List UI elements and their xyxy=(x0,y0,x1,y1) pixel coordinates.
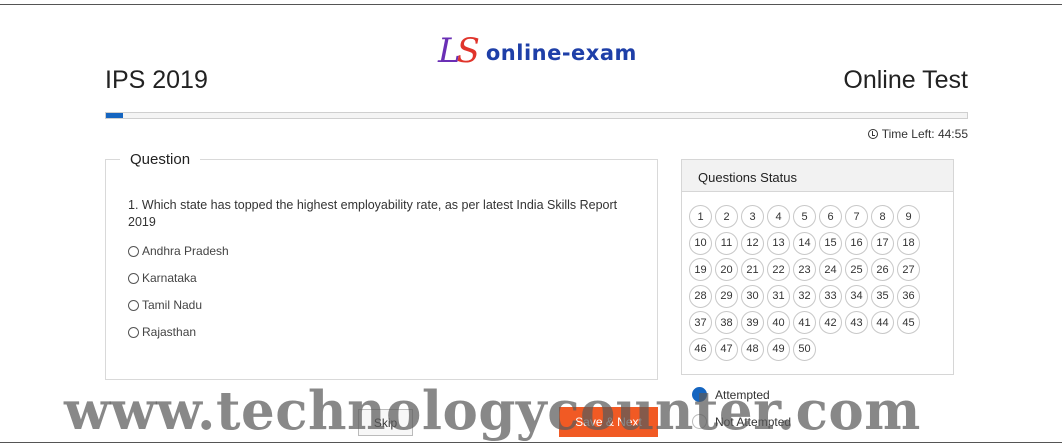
question-number-button[interactable]: 47 xyxy=(715,337,738,361)
option-andhra-pradesh[interactable]: Andhra Pradesh xyxy=(128,244,229,258)
question-number-button[interactable]: 30 xyxy=(741,284,764,308)
question-number-button[interactable]: 26 xyxy=(871,258,894,281)
question-number-button[interactable]: 39 xyxy=(741,311,764,334)
question-number-button[interactable]: 5 xyxy=(793,205,816,228)
question-number-button[interactable]: 32 xyxy=(793,284,816,308)
question-number-button[interactable]: 3 xyxy=(741,205,764,228)
option-label: Tamil Nadu xyxy=(142,298,203,312)
legend-not-attempted-label: Not Attempted xyxy=(715,414,792,429)
question-number-button[interactable]: 9 xyxy=(897,205,920,228)
watermark-text: www.technologycounter.com xyxy=(64,380,921,442)
question-number-button[interactable]: 48 xyxy=(741,337,764,361)
radio-icon[interactable] xyxy=(128,326,139,338)
legend-attempted-label: Attempted xyxy=(715,387,770,402)
skip-button[interactable]: Skip xyxy=(358,409,413,436)
radio-icon[interactable] xyxy=(128,299,139,311)
question-number-button[interactable]: 2 xyxy=(715,205,738,228)
question-number-button[interactable]: 46 xyxy=(689,337,712,361)
option-karnataka[interactable]: Karnataka xyxy=(128,271,197,285)
question-number-button[interactable]: 21 xyxy=(741,258,764,281)
save-next-button[interactable]: Save & Next xyxy=(559,407,658,437)
option-rajasthan[interactable]: Rajasthan xyxy=(128,325,196,339)
question-number-button[interactable]: 8 xyxy=(871,205,894,228)
question-number-button[interactable]: 16 xyxy=(845,231,868,255)
question-number-button[interactable]: 34 xyxy=(845,284,868,308)
question-number-button[interactable]: 28 xyxy=(689,284,712,308)
clock-icon xyxy=(867,129,878,139)
question-number-button[interactable]: 19 xyxy=(689,258,712,281)
question-number-button[interactable]: 23 xyxy=(793,258,816,281)
question-number-button[interactable]: 1 xyxy=(689,205,712,228)
time-left: Time Left: 44:55 xyxy=(867,127,968,141)
top-border xyxy=(0,4,1062,5)
questions-status-panel: Questions Status 1 2 3 4 5 6 7 8 9 10 11 12 13 14 15 16… xyxy=(681,159,954,375)
question-number-button[interactable]: 44 xyxy=(871,311,894,334)
question-number-grid: 1 2 3 4 5 6 7 8 9 10 11 12 13 14 15 16 17 18 19 20 21 22 23 24 2… xyxy=(689,205,929,361)
option-label: Karnataka xyxy=(142,271,197,285)
question-number-button[interactable]: 22 xyxy=(767,258,790,281)
question-number-button[interactable]: 41 xyxy=(793,311,816,334)
question-number-button[interactable]: 35 xyxy=(871,284,894,308)
bottom-border xyxy=(0,442,1062,443)
question-legend: Question xyxy=(120,151,201,168)
question-number-button[interactable]: 42 xyxy=(819,311,842,334)
question-number-button[interactable]: 15 xyxy=(819,231,842,255)
question-number-button[interactable]: 29 xyxy=(715,284,738,308)
exam-title: IPS 2019 xyxy=(105,66,208,94)
test-title: Online Test xyxy=(843,66,968,94)
question-number-button[interactable]: 43 xyxy=(845,311,868,334)
question-number-button[interactable]: 50 xyxy=(793,337,816,361)
questions-status-title: Questions Status xyxy=(682,160,953,192)
question-number-button[interactable]: 13 xyxy=(767,231,790,255)
online-exam-logo: LS online-exam xyxy=(438,34,637,68)
question-number-button[interactable]: 10 xyxy=(689,231,712,255)
question-number-button[interactable]: 27 xyxy=(897,258,920,281)
question-number-button[interactable]: 45 xyxy=(897,311,920,334)
radio-icon[interactable] xyxy=(128,245,139,257)
question-number-button[interactable]: 31 xyxy=(767,284,790,308)
not-attempted-dot-icon xyxy=(692,414,707,429)
attempted-dot-icon xyxy=(692,387,707,402)
question-number-button[interactable]: 24 xyxy=(819,258,842,281)
question-number-button[interactable]: 11 xyxy=(715,231,738,255)
question-text: 1. Which state has topped the highest em… xyxy=(128,198,618,229)
exam-progress-fill xyxy=(106,113,124,118)
option-tamil-nadu[interactable]: Tamil Nadu xyxy=(128,298,202,312)
question-number-button[interactable]: 18 xyxy=(897,231,920,255)
question-number-button[interactable]: 20 xyxy=(715,258,738,281)
question-number-button[interactable]: 25 xyxy=(845,258,868,281)
question-number-button[interactable]: 37 xyxy=(689,311,712,334)
question-number-button[interactable]: 6 xyxy=(819,205,842,228)
radio-icon[interactable] xyxy=(128,272,139,284)
question-number-button[interactable]: 7 xyxy=(845,205,868,228)
legend-not-attempted: Not Attempted xyxy=(692,414,791,429)
question-number-button[interactable]: 33 xyxy=(819,284,842,308)
question-number-button[interactable]: 49 xyxy=(767,337,790,361)
exam-progress-bar xyxy=(105,112,968,119)
logo-mark: LS xyxy=(438,31,480,71)
question-number-button[interactable]: 4 xyxy=(767,205,790,228)
logo-text: online-exam xyxy=(485,41,637,65)
question-number-button[interactable]: 40 xyxy=(767,311,790,334)
question-number-button[interactable]: 38 xyxy=(715,311,738,334)
option-label: Andhra Pradesh xyxy=(142,244,229,258)
question-number-button[interactable]: 14 xyxy=(793,231,816,255)
question-number-button[interactable]: 36 xyxy=(897,284,920,308)
question-number-button[interactable]: 17 xyxy=(871,231,894,255)
logo-mark-s: S xyxy=(456,31,480,71)
legend-attempted: Attempted xyxy=(692,387,770,402)
option-label: Rajasthan xyxy=(142,325,197,339)
question-panel: Question 1. Which state has topped the h… xyxy=(105,151,658,380)
time-left-text: Time Left: 44:55 xyxy=(881,127,968,141)
question-number-button[interactable]: 12 xyxy=(741,231,764,255)
logo-mark-l: L xyxy=(438,31,460,71)
